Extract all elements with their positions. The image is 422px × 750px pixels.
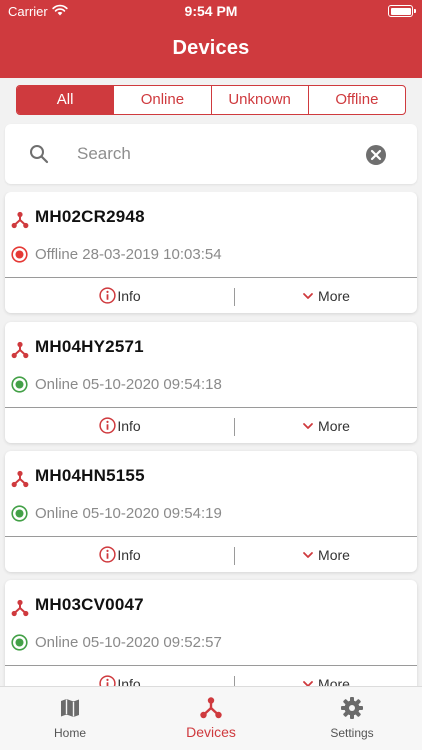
- card-actions: Info More: [5, 408, 417, 443]
- tab-devices[interactable]: Devices: [141, 687, 281, 750]
- device-icon: [11, 211, 29, 229]
- status-timestamp: 05-10-2020 09:54:18: [82, 376, 222, 393]
- status-filter: All Online Unknown Offline: [16, 85, 406, 115]
- status-dot-icon: [11, 505, 28, 522]
- filter-tab-unknown[interactable]: Unknown: [212, 86, 309, 114]
- search-bar: [5, 124, 417, 184]
- device-name: MH04HN5155: [35, 466, 145, 485]
- filter-tab-offline[interactable]: Offline: [309, 86, 405, 114]
- page-title: Devices: [172, 37, 250, 59]
- status-timestamp: 05-10-2020 09:52:57: [82, 634, 222, 651]
- info-button[interactable]: Info: [5, 666, 235, 686]
- device-icon: [11, 341, 29, 359]
- chevron-down-icon: [303, 292, 313, 299]
- info-button[interactable]: Info: [5, 537, 235, 572]
- gear-icon: [341, 697, 363, 719]
- info-button[interactable]: Info: [5, 408, 235, 443]
- status-bar: Carrier 9:54 PM: [0, 0, 422, 22]
- device-status: Online 05-10-2020 09:52:57: [35, 634, 222, 651]
- device-icon: [11, 470, 29, 488]
- device-card[interactable]: MH03CV0047 Online 05-10-2020 09:52:57 Info…: [5, 580, 417, 686]
- devices-icon: [200, 697, 222, 719]
- chevron-down-icon: [303, 680, 313, 686]
- filter-tab-all[interactable]: All: [17, 86, 115, 114]
- device-card[interactable]: MH04HY2571 Online 05-10-2020 09:54:18 Info…: [5, 322, 417, 443]
- info-icon: [99, 546, 116, 563]
- device-card[interactable]: MH02CR2948 Offline 28-03-2019 10:03:54 Inf…: [5, 192, 417, 313]
- more-button[interactable]: More: [235, 278, 417, 313]
- device-status: Online 05-10-2020 09:54:18: [35, 376, 222, 393]
- tab-label: Devices: [186, 724, 236, 740]
- status-dot-icon: [11, 634, 28, 651]
- clear-search-icon[interactable]: [365, 144, 387, 166]
- status-label: Online: [35, 376, 79, 393]
- tab-label: Settings: [330, 726, 374, 740]
- tab-home[interactable]: Home: [0, 687, 140, 750]
- search-icon: [30, 145, 49, 164]
- status-timestamp: 28-03-2019 10:03:54: [82, 246, 222, 263]
- info-label: Info: [117, 417, 141, 434]
- header-bar: Carrier 9:54 PM Devices: [0, 0, 422, 78]
- info-label: Info: [117, 287, 141, 304]
- device-name: MH04HY2571: [35, 337, 144, 356]
- more-button[interactable]: More: [235, 537, 417, 572]
- device-name: MH03CV0047: [35, 595, 144, 614]
- status-dot-icon: [11, 376, 28, 393]
- tab-label: Home: [53, 726, 86, 740]
- info-label: Info: [117, 675, 141, 687]
- device-name: MH02CR2948: [35, 207, 145, 226]
- chevron-down-icon: [303, 551, 313, 558]
- more-button[interactable]: More: [235, 408, 417, 443]
- map-icon: [61, 699, 79, 717]
- status-label: Offline: [35, 246, 79, 263]
- status-dot-icon: [11, 246, 28, 263]
- filter-tab-online[interactable]: Online: [114, 86, 212, 114]
- more-label: More: [318, 546, 350, 563]
- info-label: Info: [117, 546, 141, 563]
- more-label: More: [318, 675, 350, 687]
- more-label: More: [318, 287, 350, 304]
- device-list[interactable]: MH02CR2948 Offline 28-03-2019 10:03:54 Inf…: [0, 192, 422, 686]
- chevron-down-icon: [303, 422, 313, 429]
- info-icon: [99, 675, 116, 686]
- device-card[interactable]: MH04HN5155 Online 05-10-2020 09:54:19 Info…: [5, 451, 417, 572]
- device-icon: [11, 599, 29, 617]
- device-status: Online 05-10-2020 09:54:19: [35, 505, 222, 522]
- more-label: More: [318, 417, 350, 434]
- status-timestamp: 05-10-2020 09:54:19: [82, 505, 222, 522]
- status-time: 9:54 PM: [184, 3, 238, 19]
- info-icon: [99, 287, 116, 304]
- info-button[interactable]: Info: [5, 278, 235, 313]
- battery-icon: [388, 5, 416, 17]
- info-icon: [99, 417, 116, 434]
- device-status: Offline 28-03-2019 10:03:54: [35, 246, 222, 263]
- card-actions: Info More: [5, 537, 417, 572]
- status-label: Online: [35, 634, 79, 651]
- card-actions: Info More: [5, 278, 417, 313]
- tab-settings[interactable]: Settings: [282, 687, 422, 750]
- more-button[interactable]: More: [235, 666, 417, 686]
- status-label: Online: [35, 505, 79, 522]
- card-actions: Info More: [5, 666, 417, 686]
- tab-bar: Home Devices Settings: [0, 686, 422, 750]
- search-input[interactable]: [77, 138, 347, 170]
